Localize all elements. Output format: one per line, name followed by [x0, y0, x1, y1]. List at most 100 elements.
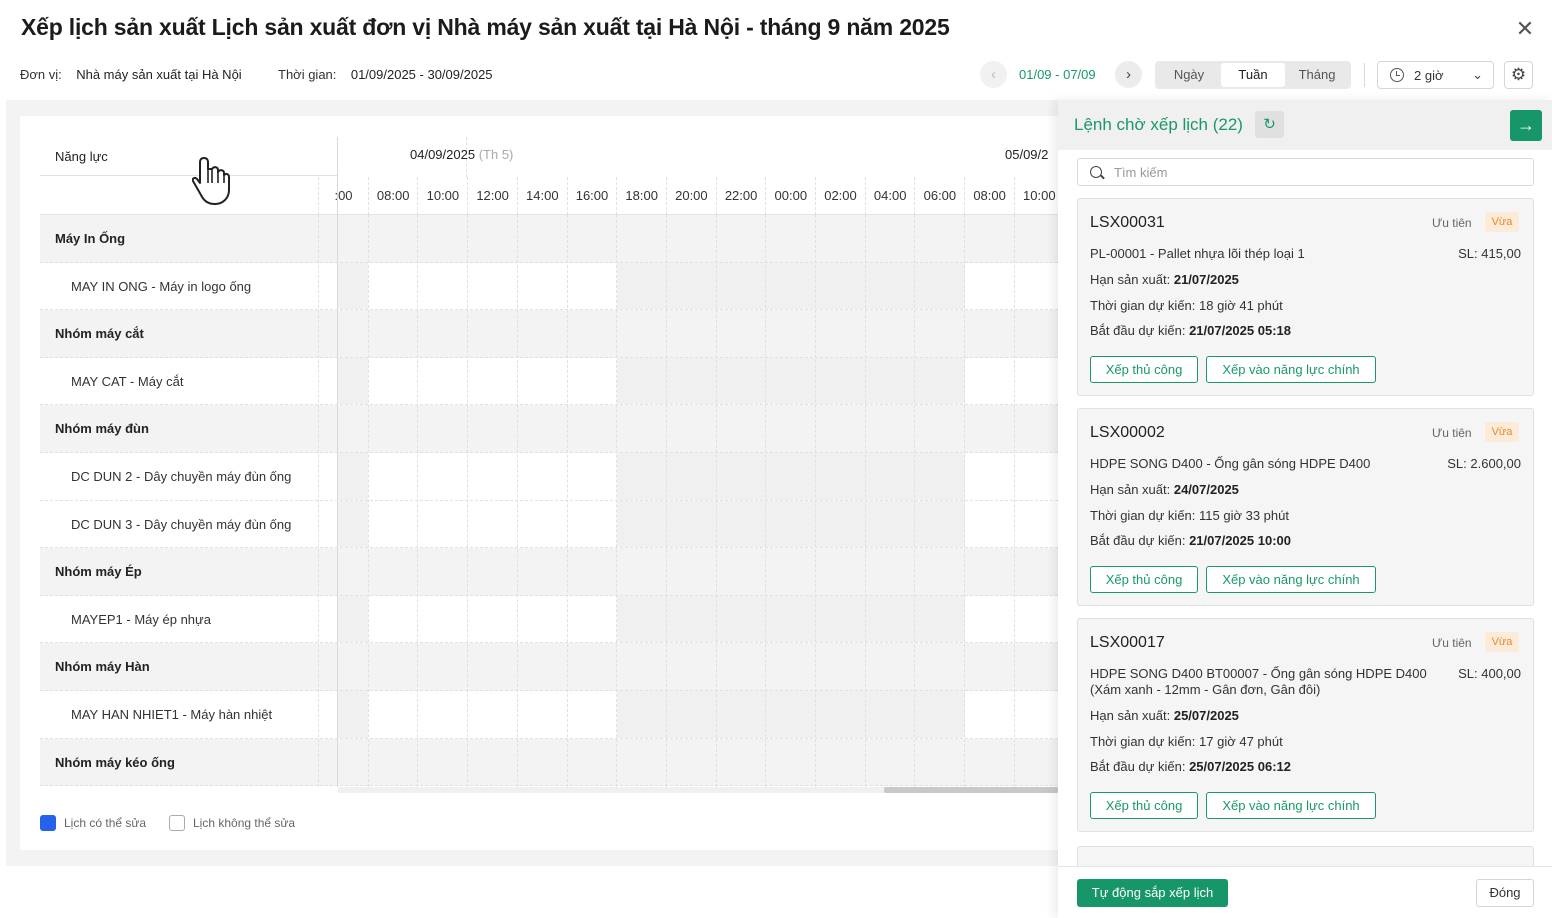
priority-label: Ưu tiên	[1432, 216, 1472, 230]
deadline-value: 25/07/2025	[1173, 708, 1239, 723]
start-label: Bắt đầu dự kiến:	[1090, 323, 1186, 338]
time-slot-header: 08:00	[964, 177, 1014, 215]
view-day-tab[interactable]: Ngày	[1157, 63, 1221, 87]
grid-line	[566, 215, 568, 787]
schedule-main-capacity-button[interactable]: Xếp vào năng lực chính	[1206, 566, 1376, 593]
time-slot-header: 08:00	[367, 177, 418, 215]
manual-schedule-button[interactable]: Xếp thủ công	[1090, 566, 1198, 593]
non-working-slot	[617, 453, 965, 500]
schedule-dialog: Xếp lịch sản xuất Lịch sản xuất đơn vị N…	[0, 0, 1552, 918]
chevron-left-icon: ‹	[991, 66, 996, 83]
unit-label: Đơn vị:	[20, 67, 62, 82]
job-card: LSX00002 Ưu tiên Vừa HDPE SONG D400 - Ống g…	[1077, 408, 1534, 606]
non-working-slot	[338, 595, 368, 643]
grid-line	[1013, 215, 1015, 787]
duration-label: Thời gian dự kiến:	[1090, 508, 1196, 523]
time-slot-header: 16:00	[566, 177, 617, 215]
grid-line	[417, 215, 419, 787]
collapse-panel-button[interactable]: →	[1510, 110, 1542, 141]
deadline-line: Hạn sản xuất: 24/07/2025	[1090, 482, 1239, 497]
time-slot-header: 02:00	[815, 177, 865, 215]
view-week-tab[interactable]: Tuần	[1221, 63, 1285, 87]
auto-schedule-button[interactable]: Tự động sắp xếp lịch	[1077, 879, 1228, 907]
day-date: 04/09/2025	[410, 147, 476, 162]
legend-swatch-editable	[40, 815, 56, 831]
start-line: Bắt đầu dự kiến: 25/07/2025 06:12	[1090, 759, 1291, 774]
duration-value: 115 giờ 33 phút	[1199, 508, 1289, 523]
scrollbar-thumb[interactable]	[884, 787, 1058, 793]
search-placeholder: Tìm kiếm	[1114, 164, 1168, 180]
quantity: SL: 2.600,00	[1447, 456, 1521, 471]
duration-value: 17 giờ 47 phút	[1199, 734, 1283, 749]
duration-line: Thời gian dự kiến: 17 giờ 47 phút	[1090, 734, 1283, 749]
time-info: Thời gian: 01/09/2025 - 30/09/2025	[278, 67, 493, 82]
panel-footer: Tự động sắp xếp lịch Đóng	[1058, 866, 1552, 918]
time-slot-header: 14:00	[516, 177, 567, 215]
time-slot-header: 00:00	[765, 177, 815, 215]
interval-select[interactable]: 2 giờ ⌄	[1377, 61, 1494, 89]
grid-line	[715, 215, 717, 787]
non-working-slot	[338, 691, 368, 738]
schedule-main-capacity-button[interactable]: Xếp vào năng lực chính	[1206, 792, 1376, 819]
schedule-main-capacity-button[interactable]: Xếp vào năng lực chính	[1206, 356, 1376, 383]
time-slot-header: 04:00	[864, 177, 915, 215]
start-value: 21/07/2025 05:18	[1189, 323, 1291, 338]
product-name: HDPE SONG D400 BT00007 - Ống gân sóng HD…	[1090, 666, 1427, 697]
close-button[interactable]: Đóng	[1476, 879, 1534, 907]
day-header-1: 04/09/2025 (Th 5)	[410, 147, 513, 162]
time-label: Thời gian:	[278, 67, 337, 82]
view-month-tab[interactable]: Tháng	[1285, 63, 1349, 87]
duration-line: Thời gian dự kiến: 18 giờ 41 phút	[1090, 298, 1283, 313]
grid-line	[616, 215, 618, 787]
start-line: Bắt đầu dự kiến: 21/07/2025 05:18	[1090, 323, 1291, 338]
non-working-slot	[617, 357, 965, 405]
time-slot-header: 10:00	[417, 177, 467, 215]
deadline-value: 21/07/2025	[1173, 272, 1239, 287]
legend-swatch-locked	[169, 815, 185, 831]
duration-label: Thời gian dự kiến:	[1090, 298, 1196, 313]
time-slot-header: 12:00	[467, 177, 517, 215]
refresh-button[interactable]: ↻	[1255, 111, 1284, 138]
day-date: 05/09/2	[1005, 147, 1049, 162]
product-name: HDPE SONG D400 - Ống gân sóng HDPE D400	[1090, 456, 1371, 471]
schedule-grid: Năng lực 04/09/2025 (Th 5) 05/09/2 Máy I…	[40, 137, 1058, 787]
grid-line	[467, 215, 469, 787]
time-slot-header: 18:00	[616, 177, 666, 215]
duration-line: Thời gian dự kiến: 115 giờ 33 phút	[1090, 508, 1289, 523]
job-card: LSX00031 Ưu tiên Vừa PL-00001 - Pallet nhựa…	[1077, 198, 1534, 396]
product-name: PL-00001 - Pallet nhựa lõi thép loại 1	[1090, 246, 1305, 261]
time-slot-header: 22:00	[715, 177, 766, 215]
divider	[1364, 63, 1365, 87]
next-week-button[interactable]: ›	[1115, 61, 1142, 88]
interval-value: 2 giờ	[1414, 67, 1444, 83]
search-icon	[1090, 166, 1102, 178]
grid-line	[516, 215, 518, 787]
day-weekday: (Th 5)	[478, 147, 514, 162]
non-working-slot	[617, 595, 965, 643]
job-code: LSX00002	[1090, 424, 1165, 441]
non-working-slot	[617, 500, 965, 548]
priority-badge: Vừa	[1485, 212, 1519, 232]
horizontal-scrollbar[interactable]	[338, 787, 1058, 793]
prev-week-button[interactable]: ‹	[980, 61, 1007, 88]
grid-line	[864, 215, 866, 787]
non-working-slot	[338, 453, 368, 500]
day-header-2: 05/09/2	[1005, 147, 1048, 162]
non-working-slot	[617, 262, 965, 310]
non-working-slot	[338, 357, 368, 405]
priority-label: Ưu tiên	[1432, 636, 1472, 650]
priority-label: Ưu tiên	[1432, 426, 1472, 440]
search-input[interactable]: Tìm kiếm	[1077, 158, 1534, 186]
close-icon[interactable]: ✕	[1514, 18, 1536, 40]
manual-schedule-button[interactable]: Xếp thủ công	[1090, 792, 1198, 819]
grid-line	[665, 215, 667, 787]
job-code: LSX00031	[1090, 214, 1165, 231]
time-slot-header: 10:00	[1013, 177, 1058, 215]
manual-schedule-button[interactable]: Xếp thủ công	[1090, 356, 1198, 383]
job-card-partial	[1077, 846, 1534, 866]
legend-label-editable: Lịch có thể sửa	[64, 816, 147, 830]
unit-value: Nhà máy sản xuất tại Hà Nội	[76, 67, 242, 82]
settings-button[interactable]: ⚙	[1504, 61, 1533, 89]
dialog-title: Xếp lịch sản xuất Lịch sản xuất đơn vị N…	[21, 14, 950, 40]
start-label: Bắt đầu dự kiến:	[1090, 533, 1186, 548]
